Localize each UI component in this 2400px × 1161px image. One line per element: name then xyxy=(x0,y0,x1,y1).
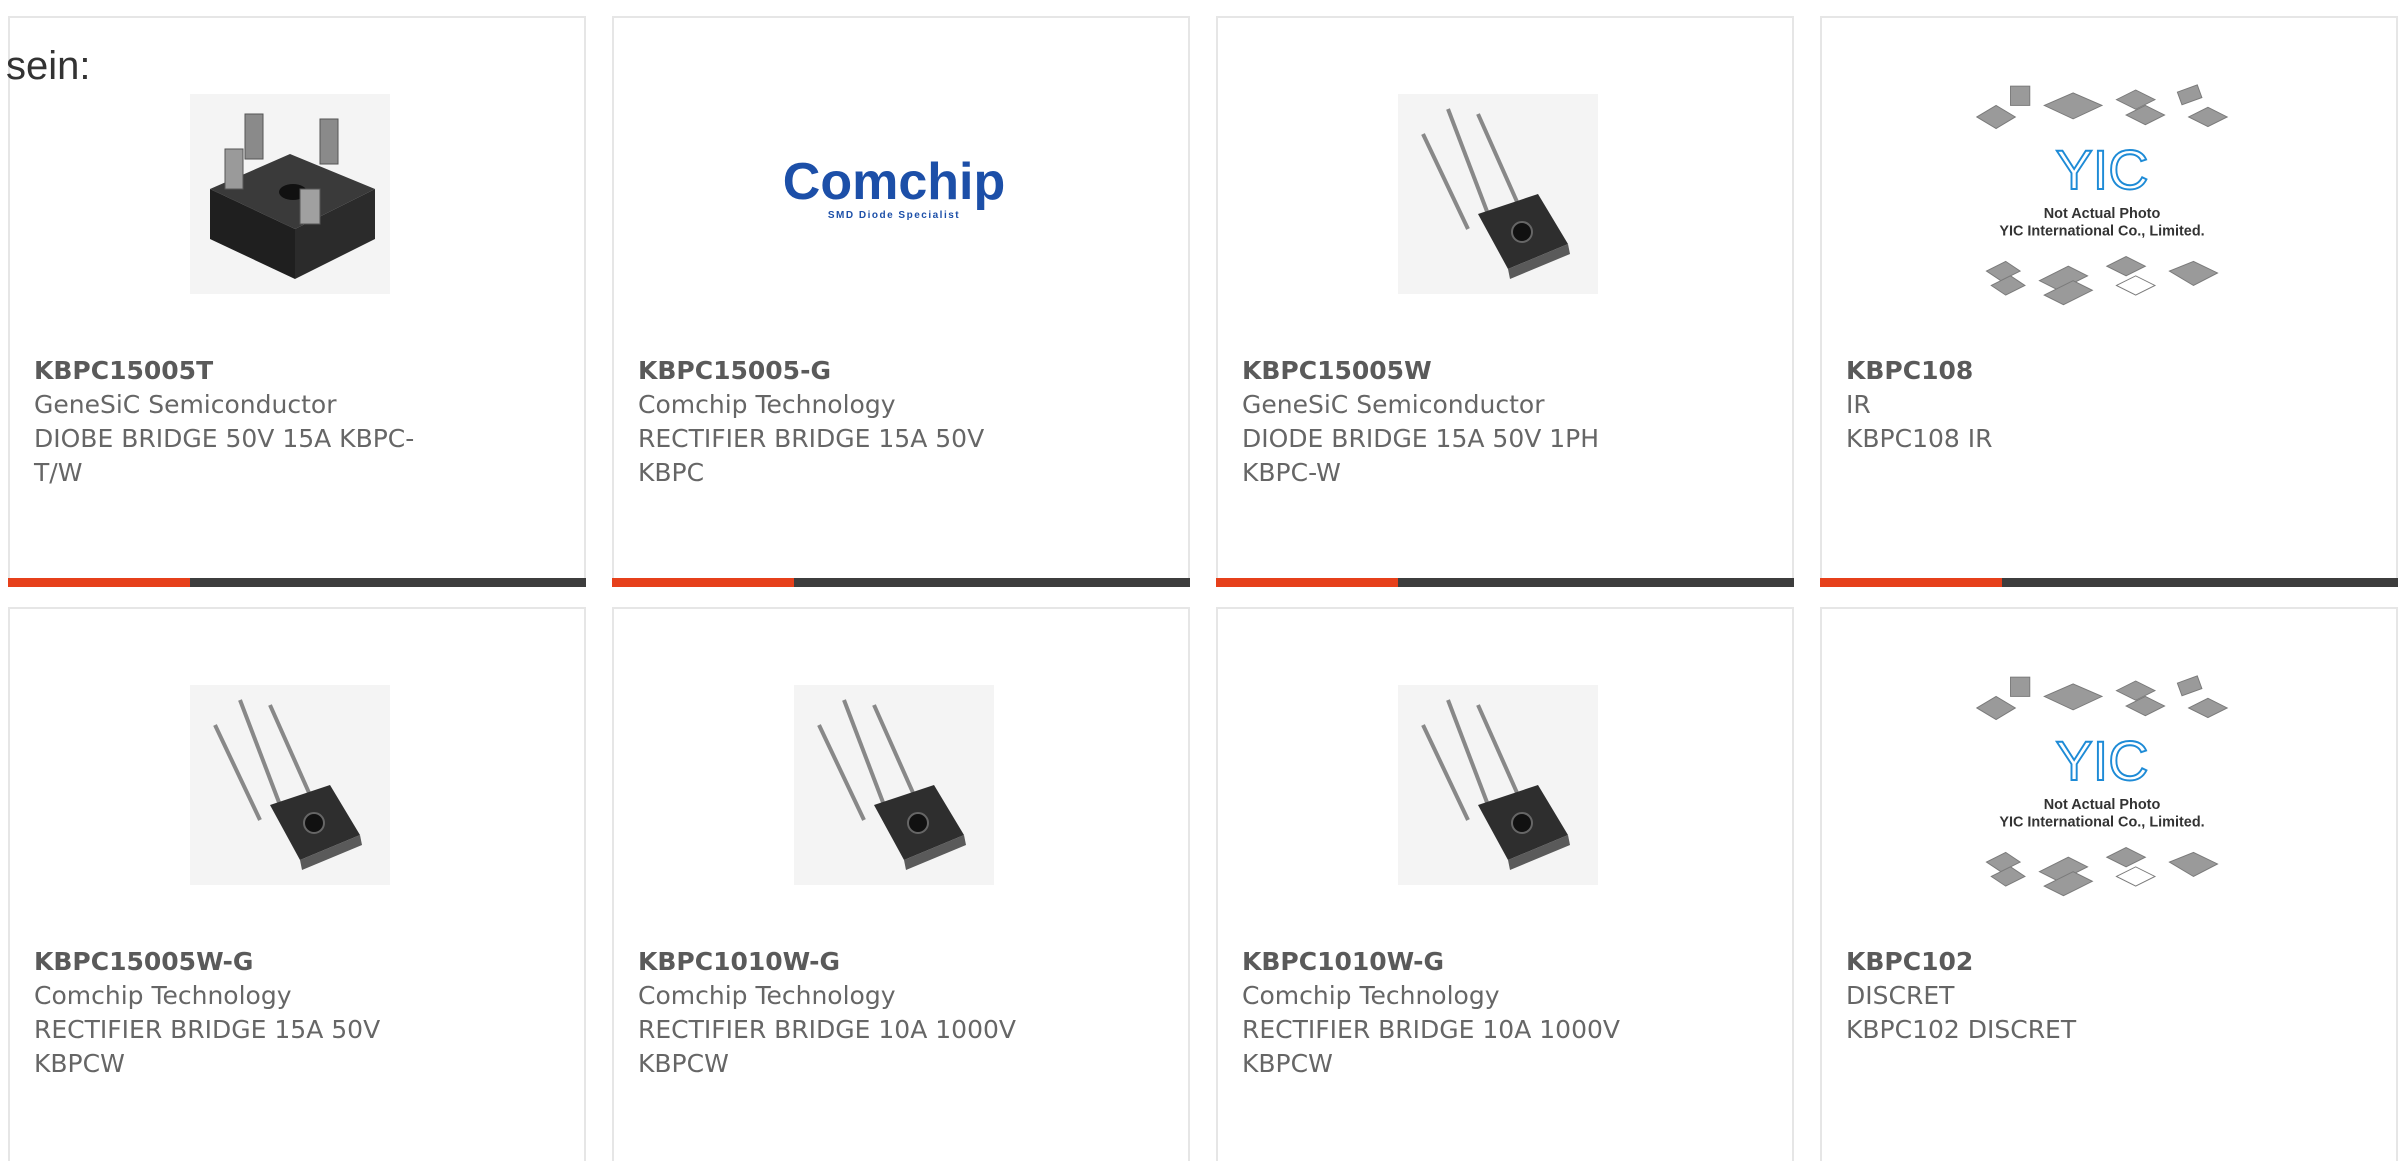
manufacturer: Comchip Technology xyxy=(638,981,896,1010)
product-card[interactable]: KBPC1010W-G Comchip Technology RECTIFIER… xyxy=(612,607,1190,1161)
manufacturer: Comchip Technology xyxy=(34,981,292,1010)
part-number[interactable]: KBPC15005-G xyxy=(638,354,1048,388)
notice-line-2: YIC International Co., Limited. xyxy=(1999,223,2204,239)
manufacturer: DISCRET xyxy=(1846,981,1955,1010)
product-image-square-bridge xyxy=(160,86,420,301)
card-accent-bar xyxy=(1216,578,1398,587)
product-grid: KBPC15005T GeneSiC Semiconductor DIOBE B… xyxy=(8,16,2398,1161)
product-image-yic-placeholder: YIC Not Actual Photo YIC International C… xyxy=(1972,674,2232,896)
product-image-bridge-wire-leads xyxy=(764,677,1024,892)
comchip-logo-tagline: SMD Diode Specialist xyxy=(828,210,960,221)
card-accent-bar xyxy=(8,578,190,587)
part-number[interactable]: KBPC15005W xyxy=(1242,354,1652,388)
part-number[interactable]: KBPC1010W-G xyxy=(638,945,1048,979)
description: KBPC108 IR xyxy=(1846,424,1993,453)
product-image-comchip-logo: Comchip SMD Diode Specialist xyxy=(764,86,1024,301)
part-number[interactable]: KBPC15005W-G xyxy=(34,945,444,979)
manufacturer: Comchip Technology xyxy=(638,390,896,419)
product-image-yic-placeholder: YIC Not Actual Photo YIC International C… xyxy=(1972,83,2232,305)
product-card[interactable]: YIC Not Actual Photo YIC International C… xyxy=(1820,16,2398,587)
product-card[interactable]: Comchip SMD Diode Specialist KBPC15005-G… xyxy=(612,16,1190,587)
card-accent-bar xyxy=(612,578,794,587)
description: DIODE BRIDGE 15A 50V 1PH KBPC-W xyxy=(1242,424,1600,487)
part-number[interactable]: KBPC108 xyxy=(1846,354,2256,388)
notice-line-2: YIC International Co., Limited. xyxy=(1999,814,2204,830)
card-bottom-bar xyxy=(612,578,1190,587)
part-number[interactable]: KBPC15005T xyxy=(34,354,444,388)
manufacturer: GeneSiC Semiconductor xyxy=(34,390,337,419)
yic-logo-text: YIC xyxy=(2055,138,2148,201)
manufacturer: GeneSiC Semiconductor xyxy=(1242,390,1545,419)
description: RECTIFIER BRIDGE 10A 1000V KBPCW xyxy=(1242,1015,1620,1078)
product-image-bridge-wire-leads xyxy=(1368,86,1628,301)
card-bottom-bar xyxy=(1820,578,2398,587)
part-number[interactable]: KBPC102 xyxy=(1846,945,2256,979)
description: RECTIFIER BRIDGE 15A 50V KBPC xyxy=(638,424,985,487)
card-bottom-bar xyxy=(1216,578,1794,587)
card-bottom-bar xyxy=(8,578,586,587)
product-image-bridge-wire-leads xyxy=(1368,677,1628,892)
description: RECTIFIER BRIDGE 10A 1000V KBPCW xyxy=(638,1015,1016,1078)
comchip-logo-text: Comchip xyxy=(784,154,1004,211)
yic-logo-text: YIC xyxy=(2055,729,2148,792)
notice-line-1: Not Actual Photo xyxy=(2044,206,2161,222)
part-number[interactable]: KBPC1010W-G xyxy=(1242,945,1652,979)
product-card[interactable]: KBPC15005W GeneSiC Semiconductor DIODE B… xyxy=(1216,16,1794,587)
product-image-bridge-wire-leads xyxy=(160,677,420,892)
manufacturer: IR xyxy=(1846,390,1871,419)
manufacturer: Comchip Technology xyxy=(1242,981,1500,1010)
description: KBPC102 DISCRET xyxy=(1846,1015,2077,1044)
product-card[interactable]: KBPC15005T GeneSiC Semiconductor DIOBE B… xyxy=(8,16,586,587)
card-accent-bar xyxy=(1820,578,2002,587)
product-card[interactable]: KBPC15005W-G Comchip Technology RECTIFIE… xyxy=(8,607,586,1161)
description: DIOBE BRIDGE 50V 15A KBPC-T/W xyxy=(34,424,415,487)
prefix-text: sein: xyxy=(6,44,91,88)
product-card[interactable]: YIC Not Actual Photo YIC International C… xyxy=(1820,607,2398,1161)
notice-line-1: Not Actual Photo xyxy=(2044,797,2161,813)
description: RECTIFIER BRIDGE 15A 50V KBPCW xyxy=(34,1015,381,1078)
product-card[interactable]: KBPC1010W-G Comchip Technology RECTIFIER… xyxy=(1216,607,1794,1161)
